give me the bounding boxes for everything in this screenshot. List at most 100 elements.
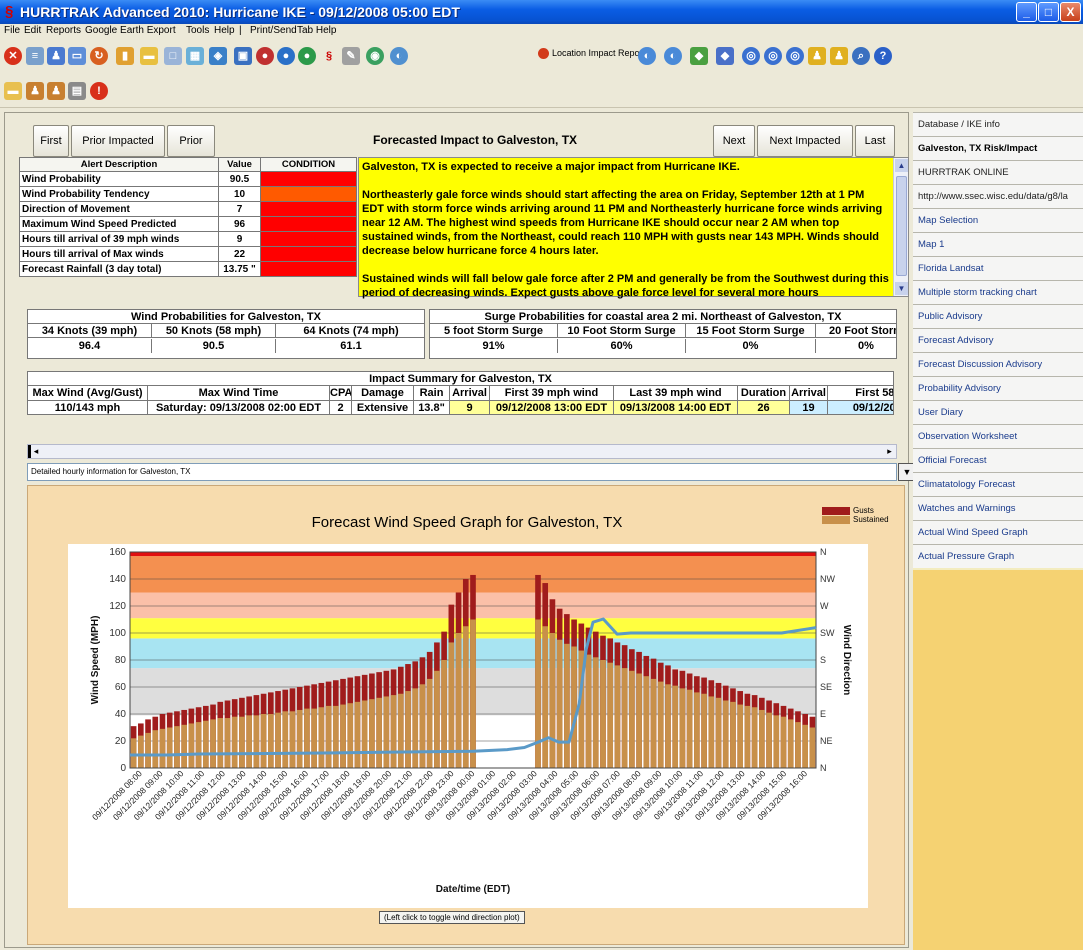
satellite-icon[interactable]: ▣ (234, 47, 252, 65)
sidebar-item-galveston-tx-risk-impact[interactable]: Galveston, TX Risk/Impact (913, 136, 1083, 160)
users-b-icon[interactable]: ♟ (830, 47, 848, 65)
sidebar-item-watches-and-warnings[interactable]: Watches and Warnings (913, 496, 1083, 520)
prior-impacted-button[interactable]: Prior Impacted (71, 125, 165, 157)
sidebar-item-map-1[interactable]: Map 1 (913, 232, 1083, 256)
sidebar-item-forecast-advisory[interactable]: Forecast Advisory (913, 328, 1083, 352)
impact-horizontal-scrollbar[interactable]: ◂ ▸ (27, 444, 897, 459)
document-icon[interactable]: ≡ (26, 47, 44, 65)
sidebar-item-probability-advisory[interactable]: Probability Advisory (913, 376, 1083, 400)
alert-value: 90.5 (218, 171, 261, 187)
page-icon[interactable]: □ (164, 47, 182, 65)
next-impacted-button[interactable]: Next Impacted (757, 125, 853, 157)
menu-google-earth-export[interactable]: Google Earth Export (85, 25, 176, 36)
wind-prob-header: 34 Knots (39 mph) (28, 324, 152, 338)
maximize-button[interactable]: □ (1038, 2, 1059, 22)
menu-tab-help[interactable]: Tab Help (297, 25, 336, 36)
first-button[interactable]: First (33, 125, 69, 157)
menu-reports[interactable]: Reports (46, 25, 81, 36)
sidebar-item-climatatology-forecast[interactable]: Climatatology Forecast (913, 472, 1083, 496)
globe-icon[interactable]: ● (298, 47, 316, 65)
report-d-icon[interactable]: ◆ (716, 47, 734, 65)
open-icon[interactable]: ▬ (4, 82, 22, 100)
sustained-bar (679, 688, 686, 768)
users-a-icon[interactable]: ♟ (808, 47, 826, 65)
legend-item-sustained: Sustained (822, 515, 889, 524)
storm-symbol-icon[interactable]: § (320, 47, 338, 65)
report-a-icon[interactable]: ◐ (638, 47, 656, 65)
sidebar-item-actual-pressure-graph[interactable]: Actual Pressure Graph (913, 544, 1083, 568)
earth-icon[interactable]: ● (277, 47, 295, 65)
prior-button[interactable]: Prior (167, 125, 215, 157)
report-g-icon[interactable]: ◎ (786, 47, 804, 65)
folder-icon[interactable]: ▬ (140, 47, 158, 65)
last-button[interactable]: Last (855, 125, 895, 157)
network-icon[interactable]: ◉ (366, 47, 384, 65)
stop-icon[interactable]: ✕ (4, 47, 22, 65)
minimize-button[interactable]: _ (1016, 2, 1037, 22)
sidebar-item-forecast-discussion-advisory[interactable]: Forecast Discussion Advisory (913, 352, 1083, 376)
sidebar-item-map-selection[interactable]: Map Selection (913, 208, 1083, 232)
menu-print-send[interactable]: Print/Send (250, 25, 297, 36)
alert-label: Hours till arrival of 39 mph winds (19, 231, 219, 247)
sustained-bar (260, 714, 267, 768)
location-impact-report-button[interactable]: Location Impact Report ▾ (538, 48, 652, 60)
sidebar-item-multiple-storm-tracking-chart[interactable]: Multiple storm tracking chart (913, 280, 1083, 304)
sidebar-item-official-forecast[interactable]: Official Forecast (913, 448, 1083, 472)
map-icon[interactable]: ▦ (186, 47, 204, 65)
scroll-down-icon[interactable]: ▼ (895, 282, 908, 295)
sidebar-item-hurrtrak-online[interactable]: HURRTRAK ONLINE (913, 160, 1083, 184)
report-f-icon[interactable]: ◎ (764, 47, 782, 65)
user-a-icon[interactable]: ♟ (26, 82, 44, 100)
sustained-bar (159, 728, 166, 768)
wind-speed-chart[interactable]: 0 N20 NE40 E60 SE80 S100 SW120 W140 NW160 N09/12/… (68, 544, 868, 908)
tools-icon[interactable]: ✎ (342, 47, 360, 65)
scroll-left-icon[interactable]: ◂ (28, 445, 41, 458)
menu-edit[interactable]: Edit (24, 25, 41, 36)
hourly-detail-dropdown[interactable]: Detailed hourly information for Galvesto… (27, 463, 916, 481)
sustained-bar (694, 692, 700, 768)
sidebar-item-user-diary[interactable]: User Diary (913, 400, 1083, 424)
narrative-scrollbar[interactable]: ▲ ▼ (893, 158, 908, 296)
chart-area[interactable]: 0 N 20 NE 40 E 60 SE 80 S 100 SW 120 W 140 NW 160 N 09/12/… (68, 544, 868, 908)
user-b-icon[interactable]: ♟ (47, 82, 65, 100)
sustained-bar (145, 732, 151, 768)
scroll-up-icon[interactable]: ▲ (895, 159, 908, 172)
menu-tools[interactable]: Tools (186, 25, 209, 36)
menu-help[interactable]: Help (214, 25, 235, 36)
report-e-icon[interactable]: ◎ (742, 47, 760, 65)
sustained-bar (224, 718, 231, 768)
help-icon[interactable]: ? (874, 47, 892, 65)
sustained-bar (759, 709, 765, 768)
next-button[interactable]: Next (713, 125, 755, 157)
sidebar-item-database-ike-info[interactable]: Database / IKE info (913, 112, 1083, 136)
sidebar-item-actual-wind-speed-graph[interactable]: Actual Wind Speed Graph (913, 520, 1083, 544)
people-icon[interactable]: ♟ (47, 47, 65, 65)
sidebar-item-http-www-ssec-wisc-edu-data-g8-la[interactable]: http://www.ssec.wisc.edu/data/g8/la (913, 184, 1083, 208)
scroll-thumb[interactable] (896, 176, 907, 276)
impact-header: Rain (414, 386, 450, 401)
globe-map-icon[interactable]: ◈ (209, 47, 227, 65)
toggle-wind-direction-button[interactable]: (Left click to toggle wind direction plo… (379, 911, 525, 924)
sustained-bar (412, 688, 419, 768)
radar-icon[interactable]: ● (256, 47, 274, 65)
printer-icon[interactable]: ▤ (68, 82, 86, 100)
alert-label: Forecast Rainfall (3 day total) (19, 261, 219, 277)
sidebar-item-florida-landsat[interactable]: Florida Landsat (913, 256, 1083, 280)
legend-label: Gusts (853, 506, 874, 515)
report-c-icon[interactable]: ◆ (690, 47, 708, 65)
direction-tick-label: NW (820, 574, 835, 584)
sidebar-item-public-advisory[interactable]: Public Advisory (913, 304, 1083, 328)
window-icon[interactable]: ▭ (68, 47, 86, 65)
info-icon[interactable]: ! (90, 82, 108, 100)
refresh-icon[interactable]: ↻ (90, 47, 108, 65)
impact-narrative[interactable]: Galveston, TX is expected to receive a m… (358, 157, 909, 299)
scroll-right-icon[interactable]: ▸ (883, 445, 896, 458)
report-b-icon[interactable]: ◐ (664, 47, 682, 65)
menu-file[interactable]: File (4, 25, 20, 36)
close-button[interactable]: X (1060, 2, 1081, 22)
chart-icon[interactable]: ▮ (116, 47, 134, 65)
sidebar-item-observation-worksheet[interactable]: Observation Worksheet (913, 424, 1083, 448)
sustained-bar (203, 720, 209, 768)
connect-icon[interactable]: ◐ (390, 47, 408, 65)
search-icon[interactable]: ⌕ (852, 47, 870, 65)
